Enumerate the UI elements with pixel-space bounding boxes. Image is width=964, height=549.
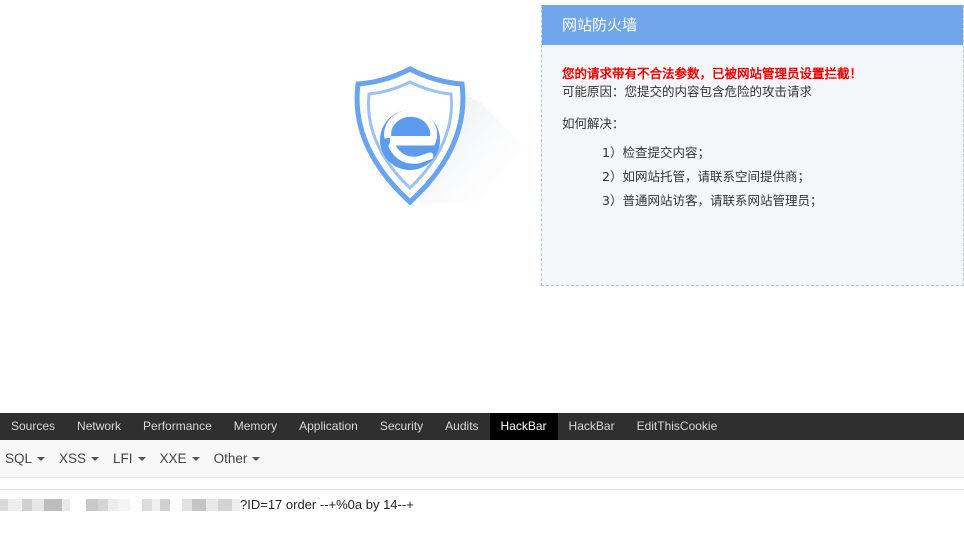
tab-network[interactable]: Network: [66, 413, 132, 440]
tab-audits[interactable]: Audits: [434, 413, 489, 440]
hackbar-menu-bar: SQL XSS LFI XXE Other: [0, 440, 964, 478]
menu-sql[interactable]: SQL: [5, 451, 46, 466]
tab-application[interactable]: Application: [288, 413, 369, 440]
waf-alert-message: 您的请求带有不合法参数，已被网站管理员设置拦截！: [562, 66, 863, 81]
waf-title: 网站防火墙: [542, 5, 963, 45]
hackbar-url-field[interactable]: ?ID=17 order --+%0a by 14--+: [0, 489, 964, 519]
tab-security[interactable]: Security: [369, 413, 434, 440]
waf-step: 3）普通网站访客，请联系网站管理员；: [602, 193, 823, 208]
waf-step: 2）如网站托管，请联系空间提供商；: [602, 169, 810, 184]
url-query-text: ?ID=17 order --+%0a by 14--+: [240, 497, 414, 512]
menu-xss[interactable]: XSS: [59, 451, 100, 466]
tab-hackbar[interactable]: HackBar: [558, 413, 626, 440]
waf-steps-list: 1）检查提交内容； 2）如网站托管，请联系空间提供商； 3）普通网站访客，请联系…: [562, 141, 963, 213]
tab-memory[interactable]: Memory: [223, 413, 288, 440]
page: 网站防火墙 您的请求带有不合法参数，已被网站管理员设置拦截！ 可能原因：您提交的…: [0, 0, 964, 549]
tab-editthiscookie[interactable]: EditThisCookie: [626, 413, 729, 440]
menu-sql-label: SQL: [5, 451, 33, 466]
tab-performance[interactable]: Performance: [132, 413, 223, 440]
waf-step: 1）检查提交内容；: [602, 145, 710, 160]
devtools-tab-bar: Sources Network Performance Memory Appli…: [0, 413, 964, 440]
waf-howto-label: 如何解决：: [562, 116, 625, 131]
waf-block-panel: 网站防火墙 您的请求带有不合法参数，已被网站管理员设置拦截！ 可能原因：您提交的…: [541, 5, 964, 286]
caret-down-icon: [191, 456, 200, 461]
waf-reason: 可能原因：您提交的内容包含危险的攻击请求: [562, 84, 813, 99]
waf-body: 您的请求带有不合法参数，已被网站管理员设置拦截！ 可能原因：您提交的内容包含危险…: [542, 45, 963, 213]
caret-down-icon: [91, 456, 100, 461]
menu-xss-label: XSS: [59, 451, 87, 466]
tab-sources[interactable]: Sources: [0, 413, 66, 440]
caret-down-icon: [252, 456, 261, 461]
menu-lfi-label: LFI: [113, 451, 133, 466]
menu-other[interactable]: Other: [214, 451, 261, 466]
menu-xxe[interactable]: XXE: [160, 451, 200, 466]
tab-hackbar-active[interactable]: HackBar: [489, 413, 558, 440]
caret-down-icon: [37, 456, 46, 461]
caret-down-icon: [137, 456, 146, 461]
menu-xxe-label: XXE: [159, 451, 187, 466]
redacted-url-pixels: [0, 498, 240, 512]
menu-other-label: Other: [213, 451, 248, 466]
shield-e-icon: [330, 62, 530, 212]
menu-lfi[interactable]: LFI: [113, 451, 146, 466]
